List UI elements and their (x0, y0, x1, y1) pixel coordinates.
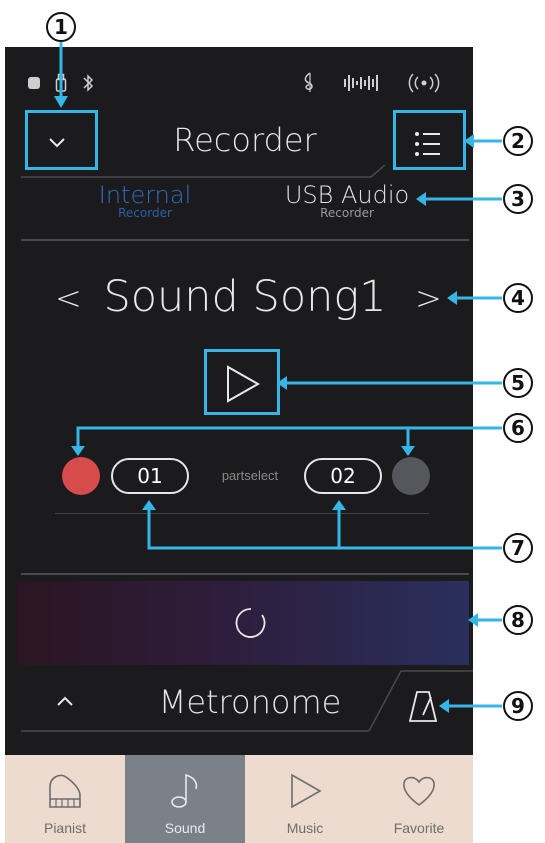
callout-arrows (54, 42, 502, 713)
callout-4: 4 (503, 283, 533, 313)
callout-3: 3 (503, 184, 533, 214)
callout-6: 6 (503, 413, 533, 443)
callout-8: 8 (503, 605, 533, 635)
callout-9: 9 (503, 691, 533, 721)
callout-1: 1 (46, 12, 76, 42)
callout-5: 5 (503, 368, 533, 398)
callout-7: 7 (503, 533, 533, 563)
callout-2: 2 (503, 126, 533, 156)
